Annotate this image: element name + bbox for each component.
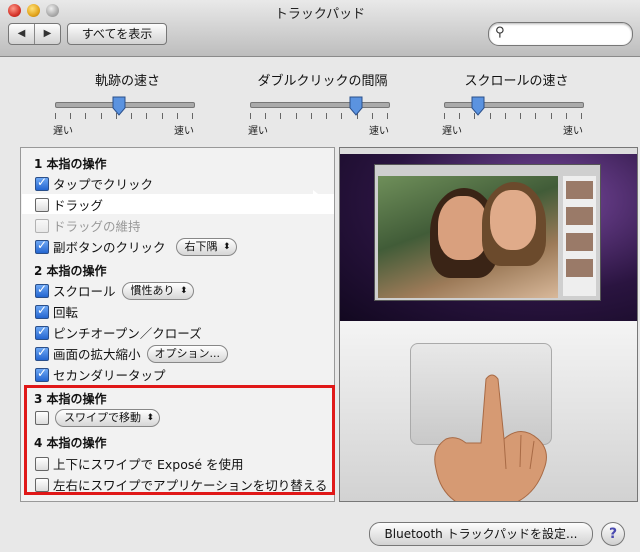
option-dragging[interactable]: ドラッグ: [35, 195, 103, 214]
section-title-two-finger: 2 本指の操作: [34, 264, 107, 278]
search-input[interactable]: [511, 25, 625, 41]
slider-max-label: 速い: [369, 126, 389, 137]
slider-ticks: [250, 113, 388, 119]
checkbox[interactable]: [35, 197, 49, 212]
slider-ticks: [444, 113, 582, 119]
search-icon: ⚲: [495, 25, 505, 40]
option-screen-zoom[interactable]: 画面の拡大縮小 オプション...: [35, 344, 229, 363]
slider-label: ダブルクリックの間隔: [257, 74, 388, 89]
slider-label: 軌跡の速さ: [94, 74, 160, 89]
option-secondary-click[interactable]: 副ボタンのクリック 右下隅: [35, 237, 237, 256]
forward-icon[interactable]: ▶: [35, 24, 60, 44]
bluetooth-trackpad-setup-button[interactable]: Bluetooth トラックパッドを設定...: [369, 522, 593, 546]
secondary-click-popup[interactable]: 右下隅: [175, 237, 237, 256]
slider-label: スクロールの速さ: [464, 74, 569, 89]
slider-track[interactable]: [250, 102, 390, 108]
slider-min-label: 遅い: [53, 126, 73, 137]
preview-screen: [340, 148, 637, 321]
slider-min-label: 遅い: [442, 126, 462, 137]
option-scroll[interactable]: スクロール 慣性あり: [35, 281, 194, 300]
hand-illustration: [434, 374, 547, 501]
checkbox[interactable]: [35, 366, 49, 382]
help-icon[interactable]: ?: [601, 522, 625, 546]
slider-knob[interactable]: [349, 96, 363, 116]
checkbox[interactable]: [35, 345, 49, 361]
option-label: ドラッグの維持: [53, 219, 141, 234]
checkbox[interactable]: [35, 324, 49, 340]
show-all-button[interactable]: すべてを表示: [67, 23, 167, 45]
window-title: トラックパッド: [274, 7, 366, 22]
nav-buttons: ◀ ▶: [8, 23, 61, 45]
checkbox: [35, 218, 49, 233]
checkbox[interactable]: [35, 303, 49, 319]
slider-scroll-speed: スクロールの速さ 遅い 速い: [442, 70, 589, 137]
option-label: スクロール: [53, 284, 116, 299]
option-label: ピンチオープン／クローズ: [53, 326, 202, 341]
slider-max-label: 速い: [174, 126, 194, 137]
highlight-annotation-box: [24, 385, 335, 495]
checkbox[interactable]: [35, 238, 49, 254]
scroll-mode-popup[interactable]: 慣性あり: [121, 281, 194, 300]
slider-double-click-speed: ダブルクリックの間隔 遅い 速い: [248, 70, 395, 137]
option-drag-lock: ドラッグの維持: [35, 216, 141, 235]
option-pinch[interactable]: ピンチオープン／クローズ: [35, 323, 202, 342]
checkbox[interactable]: [35, 175, 49, 191]
back-icon[interactable]: ◀: [9, 24, 35, 44]
slider-track[interactable]: [444, 102, 584, 108]
option-tap-to-click[interactable]: タップでクリック: [35, 174, 153, 193]
option-label: 画面の拡大縮小: [53, 347, 141, 362]
option-label: セカンダリータップ: [53, 368, 166, 383]
option-label: ドラッグ: [53, 198, 104, 213]
slider-knob[interactable]: [471, 96, 485, 116]
option-label: 回転: [53, 305, 79, 320]
preview-thumbnails: [563, 176, 596, 296]
slider-tracking-speed: 軌跡の速さ 遅い 速い: [53, 70, 200, 137]
preview-menubar: [340, 148, 637, 154]
option-label: 副ボタンのクリック: [53, 240, 166, 255]
preview-window: [374, 164, 601, 301]
selection-arrow: [313, 190, 327, 212]
option-label: タップでクリック: [53, 177, 154, 192]
preview-photo: [378, 176, 558, 298]
checkbox[interactable]: [35, 282, 49, 298]
zoom-options-button[interactable]: オプション...: [146, 344, 229, 363]
slider-knob[interactable]: [112, 96, 126, 116]
gesture-preview: [339, 147, 638, 502]
search-field[interactable]: ⚲: [488, 22, 633, 46]
window-titlebar: トラックパッド ◀ ▶ すべてを表示 ⚲: [0, 0, 640, 57]
option-rotate[interactable]: 回転: [35, 302, 78, 321]
slider-max-label: 速い: [563, 126, 583, 137]
option-secondary-tap[interactable]: セカンダリータップ: [35, 365, 166, 384]
slider-min-label: 遅い: [248, 126, 268, 137]
section-title-one-finger: 1 本指の操作: [34, 157, 107, 171]
preview-trackpad-area: [340, 321, 637, 501]
